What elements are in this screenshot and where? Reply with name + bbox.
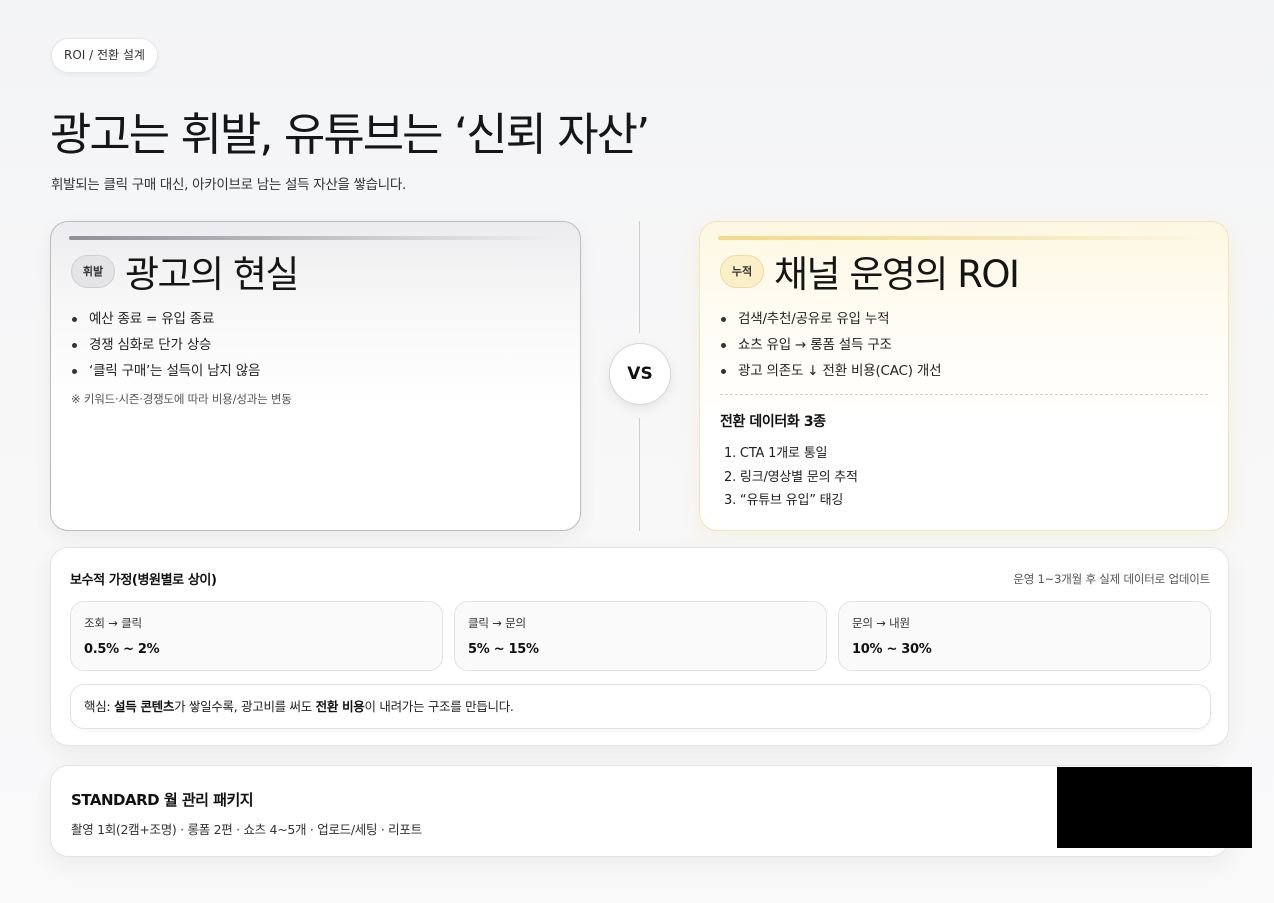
card-accent-bar [718, 236, 1208, 240]
card-title: 채널 운영의 ROI [774, 253, 1020, 296]
list-item: 검색/추천/공유로 유입 누적 [720, 306, 941, 332]
ad-reality-card: 휘발 광고의 현실 예산 종료 = 유입 종료 경쟁 심화로 단가 상승 ‘클릭… [50, 221, 581, 531]
accumulate-badge: 누적 [720, 254, 764, 288]
core-middle: 가 쌓일수록, 광고비를 써도 [174, 699, 316, 714]
redacted-block [1057, 767, 1252, 848]
disclaimer-note: ※ 키워드·시즌·경쟁도에 따라 비용/성과는 변동 [71, 392, 292, 406]
metric-label: 클릭 → 문의 [468, 616, 526, 630]
metric-card-inquiry-visit: 문의 → 내원 10% ~ 30% [838, 601, 1211, 671]
card-title: 광고의 현실 [125, 253, 299, 296]
package-card: STANDARD 월 관리 패키지 촬영 1회(2캠+조명) · 롱폼 2편 ·… [50, 765, 1229, 857]
divider-line-bottom [639, 418, 640, 531]
core-message: 핵심: 설득 콘텐츠가 쌓일수록, 광고비를 써도 전환 비용이 내려가는 구조… [70, 684, 1211, 729]
package-title: STANDARD 월 관리 패키지 [71, 791, 254, 809]
core-highlight-cost: 전환 비용 [315, 699, 365, 714]
assumptions-title: 보수적 가정(병원별로 상이) [70, 573, 217, 588]
card-header: 누적 채널 운영의 ROI [720, 244, 1020, 298]
page-title: 광고는 휘발, 유튜브는 ‘신뢰 자산’ [50, 108, 650, 161]
metric-card-click-inquiry: 클릭 → 문의 5% ~ 15% [454, 601, 827, 671]
conversion-data-title: 전환 데이터화 3종 [720, 414, 826, 430]
metric-value: 10% ~ 30% [852, 642, 932, 657]
bullet-list: 검색/추천/공유로 유입 누적 쇼츠 유입 → 롱폼 설득 구조 광고 의존도 … [720, 306, 942, 384]
assumptions-meta: 운영 1~3개월 후 실제 데이터로 업데이트 [1013, 572, 1210, 586]
list-item: 쇼츠 유입 → 롱폼 설득 구조 [720, 332, 941, 358]
core-suffix: 이 내려가는 구조를 만듭니다. [364, 699, 514, 714]
dashed-divider [720, 394, 1208, 395]
list-item: 경쟁 심화로 단가 상승 [71, 332, 260, 358]
core-prefix: 핵심: [84, 699, 114, 714]
core-highlight-content: 설득 콘텐츠 [114, 699, 175, 714]
conversion-steps-list: 1. CTA 1개로 통일 2. 링크/영상별 문의 추적 3. “유튜브 유입… [724, 442, 858, 513]
list-item: 예산 종료 = 유입 종료 [71, 306, 260, 332]
vs-badge: VS [609, 343, 671, 405]
assumptions-panel: 보수적 가정(병원별로 상이) 운영 1~3개월 후 실제 데이터로 업데이트 … [50, 547, 1229, 746]
page-subtitle: 휘발되는 클릭 구매 대신, 아카이브로 남는 설득 자산을 쌓습니다. [51, 177, 407, 193]
card-accent-bar [69, 236, 559, 240]
list-item: 2. 링크/영상별 문의 추적 [724, 469, 858, 485]
metric-card-view-click: 조회 → 클릭 0.5% ~ 2% [70, 601, 443, 671]
divider-line-top [639, 221, 640, 333]
volatile-badge: 휘발 [71, 254, 115, 288]
list-item: 1. CTA 1개로 통일 [724, 446, 828, 461]
metric-value: 0.5% ~ 2% [84, 642, 160, 657]
list-item: ‘클릭 구매’는 설득이 남지 않음 [71, 358, 260, 384]
list-item: 3. “유튜브 유입” 태깅 [724, 493, 844, 508]
section-tag: ROI / 전환 설계 [51, 38, 158, 73]
metric-label: 조회 → 클릭 [84, 616, 142, 630]
list-item: 광고 의존도 ↓ 전환 비용(CAC) 개선 [720, 358, 942, 384]
bullet-list: 예산 종료 = 유입 종료 경쟁 심화로 단가 상승 ‘클릭 구매’는 설득이 … [71, 306, 260, 384]
package-description: 촬영 1회(2캠+조명) · 롱폼 2편 · 쇼츠 4~5개 · 업로드/세팅 … [71, 822, 422, 837]
card-header: 휘발 광고의 현실 [71, 244, 299, 298]
metric-value: 5% ~ 15% [468, 642, 539, 657]
metric-label: 문의 → 내원 [852, 616, 910, 630]
channel-roi-card: 누적 채널 운영의 ROI 검색/추천/공유로 유입 누적 쇼츠 유입 → 롱폼… [699, 221, 1229, 531]
